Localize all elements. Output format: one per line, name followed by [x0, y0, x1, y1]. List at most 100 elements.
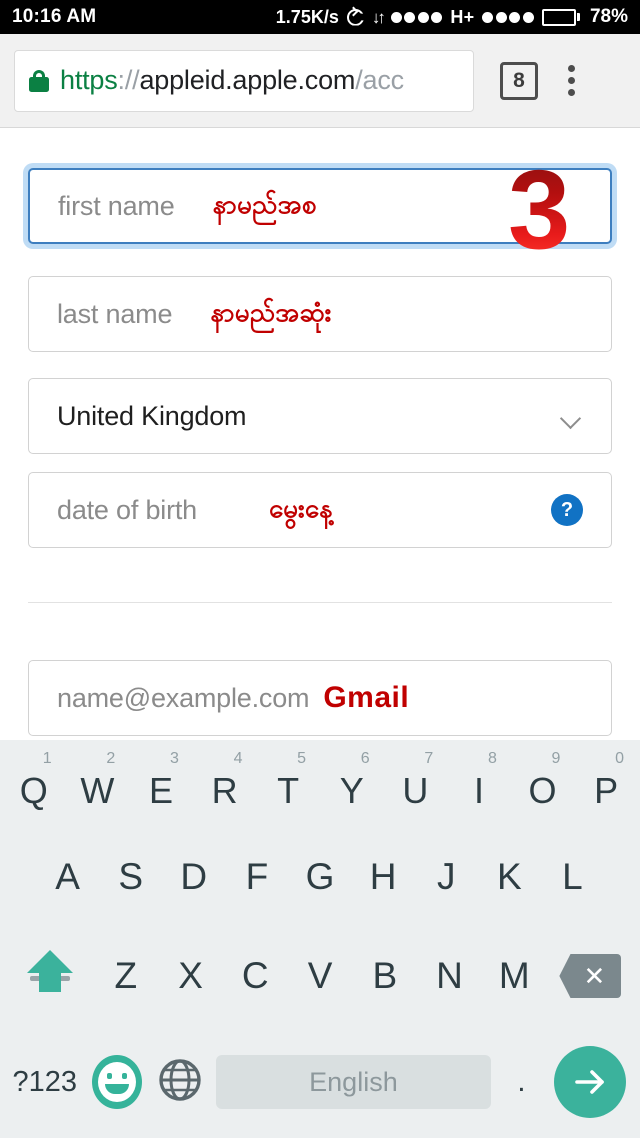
- lock-icon: [29, 69, 49, 93]
- shift-key[interactable]: [6, 926, 93, 1026]
- key-y[interactable]: 6Y: [320, 740, 384, 828]
- key-t-label: T: [277, 770, 300, 811]
- signal-strength-dots-primary: [390, 11, 443, 23]
- country-select[interactable]: United Kingdom: [28, 378, 612, 454]
- key-i-label: I: [473, 770, 484, 811]
- key-l[interactable]: L: [541, 828, 604, 926]
- key-e-sup: 3: [169, 750, 179, 767]
- space-key[interactable]: English: [216, 1055, 491, 1109]
- phone-screen: 10:16 AM 1.75K/s ↓↑ H+ 78% https://apple…: [0, 0, 640, 1138]
- date-of-birth-field[interactable]: date of birth မွေးနေ့ ?: [28, 472, 612, 548]
- keyboard-row-1: 1Q 2W 3E 4R 5T 6Y 7U 8I 9O 0P: [0, 740, 640, 828]
- globe-language-icon: [156, 1056, 204, 1109]
- url-separator: ://: [117, 65, 140, 95]
- address-bar[interactable]: https://appleid.apple.com/acc: [14, 49, 474, 112]
- key-q-sup: 1: [42, 750, 52, 767]
- web-page-content: first name နာမည်အစ last name နာမည်အဆုံး …: [0, 128, 640, 740]
- on-screen-keyboard: 1Q 2W 3E 4R 5T 6Y 7U 8I 9O 0P A S D F G …: [0, 740, 640, 1138]
- key-d[interactable]: D: [162, 828, 225, 926]
- key-o[interactable]: 9O: [511, 740, 575, 828]
- language-switch-key[interactable]: [150, 1056, 210, 1109]
- signal-strength-dots-secondary: [482, 11, 534, 23]
- key-g[interactable]: G: [288, 828, 351, 926]
- key-o-label: O: [528, 770, 557, 811]
- network-speed-label: 1.75K/s: [275, 6, 339, 27]
- key-m[interactable]: M: [482, 926, 547, 1026]
- key-h[interactable]: H: [352, 828, 415, 926]
- last-name-annotation: နာမည်အဆုံး: [210, 296, 332, 327]
- backspace-label: ✕: [583, 960, 606, 991]
- key-w-label: W: [80, 770, 115, 811]
- key-z[interactable]: Z: [93, 926, 158, 1026]
- browser-toolbar: https://appleid.apple.com/acc 8: [0, 34, 640, 128]
- key-v[interactable]: V: [288, 926, 353, 1026]
- url-text: https://appleid.apple.com/acc: [60, 65, 404, 96]
- key-f[interactable]: F: [225, 828, 288, 926]
- emoji-key[interactable]: [83, 1055, 150, 1109]
- last-name-placeholder: last name: [57, 298, 173, 329]
- first-name-annotation: နာမည်အစ: [212, 188, 317, 219]
- enter-key[interactable]: [546, 1046, 634, 1118]
- country-value: United Kingdom: [57, 400, 247, 431]
- email-field[interactable]: name@example.com Gmail: [28, 660, 612, 736]
- key-p[interactable]: 0P: [574, 740, 638, 828]
- period-key[interactable]: .: [497, 1065, 546, 1099]
- sync-icon: [347, 9, 364, 26]
- key-w[interactable]: 2W: [66, 740, 130, 828]
- numeric-mode-key[interactable]: ?123: [6, 1066, 83, 1099]
- status-bar: 10:16 AM 1.75K/s ↓↑ H+ 78%: [0, 0, 640, 34]
- key-u-label: U: [402, 770, 429, 811]
- backspace-icon: ✕: [559, 954, 622, 998]
- key-a[interactable]: A: [36, 828, 99, 926]
- url-host: appleid.apple.com: [139, 65, 356, 95]
- keyboard-row-2: A S D F G H J K L: [0, 828, 640, 926]
- key-t[interactable]: 5T: [256, 740, 320, 828]
- key-u[interactable]: 7U: [384, 740, 448, 828]
- key-t-sup: 5: [297, 750, 307, 767]
- key-o-sup: 9: [551, 750, 561, 767]
- key-k[interactable]: K: [478, 828, 541, 926]
- date-of-birth-annotation: မွေးနေ့: [269, 492, 333, 523]
- email-placeholder: name@example.com: [57, 682, 310, 713]
- first-name-placeholder: first name: [58, 190, 175, 221]
- chevron-down-icon: [563, 411, 583, 422]
- key-c[interactable]: C: [223, 926, 288, 1026]
- keyboard-row-4: ?123 English .: [0, 1026, 640, 1138]
- emoji-face-icon: [91, 1055, 142, 1109]
- url-path: /acc: [355, 65, 404, 95]
- key-p-label: P: [594, 770, 619, 811]
- status-indicators: 1.75K/s ↓↑ H+ 78%: [276, 6, 628, 28]
- status-clock: 10:16 AM: [12, 6, 97, 27]
- last-name-field[interactable]: last name နာမည်အဆုံး: [28, 276, 612, 352]
- key-b[interactable]: B: [352, 926, 417, 1026]
- battery-icon: [541, 8, 580, 26]
- key-s[interactable]: S: [99, 828, 162, 926]
- key-w-sup: 2: [106, 750, 116, 767]
- help-question-icon[interactable]: ?: [551, 494, 583, 526]
- keyboard-row-3: Z X C V B N M ✕: [0, 926, 640, 1026]
- data-transfer-arrows-icon: ↓↑: [371, 7, 386, 27]
- network-type-label: H+: [450, 6, 475, 27]
- key-r[interactable]: 4R: [193, 740, 257, 828]
- key-i[interactable]: 8I: [447, 740, 511, 828]
- key-e[interactable]: 3E: [129, 740, 193, 828]
- section-divider: [28, 602, 612, 603]
- key-x[interactable]: X: [158, 926, 223, 1026]
- overflow-menu-icon[interactable]: [568, 65, 575, 96]
- clipped-heading-remnant: [0, 128, 640, 136]
- key-p-sup: 0: [615, 750, 625, 767]
- email-annotation: Gmail: [323, 681, 410, 714]
- key-u-sup: 7: [424, 750, 434, 767]
- key-q[interactable]: 1Q: [2, 740, 66, 828]
- enter-arrow-icon: [554, 1046, 626, 1118]
- backspace-key[interactable]: ✕: [547, 926, 634, 1026]
- tab-count-button[interactable]: 8: [500, 61, 538, 100]
- key-r-label: R: [211, 770, 238, 811]
- key-n[interactable]: N: [417, 926, 482, 1026]
- key-e-label: E: [148, 770, 173, 811]
- date-of-birth-placeholder: date of birth: [57, 494, 197, 525]
- key-i-sup: 8: [487, 750, 497, 767]
- key-q-label: Q: [19, 770, 48, 811]
- key-y-sup: 6: [360, 750, 370, 767]
- key-j[interactable]: J: [415, 828, 478, 926]
